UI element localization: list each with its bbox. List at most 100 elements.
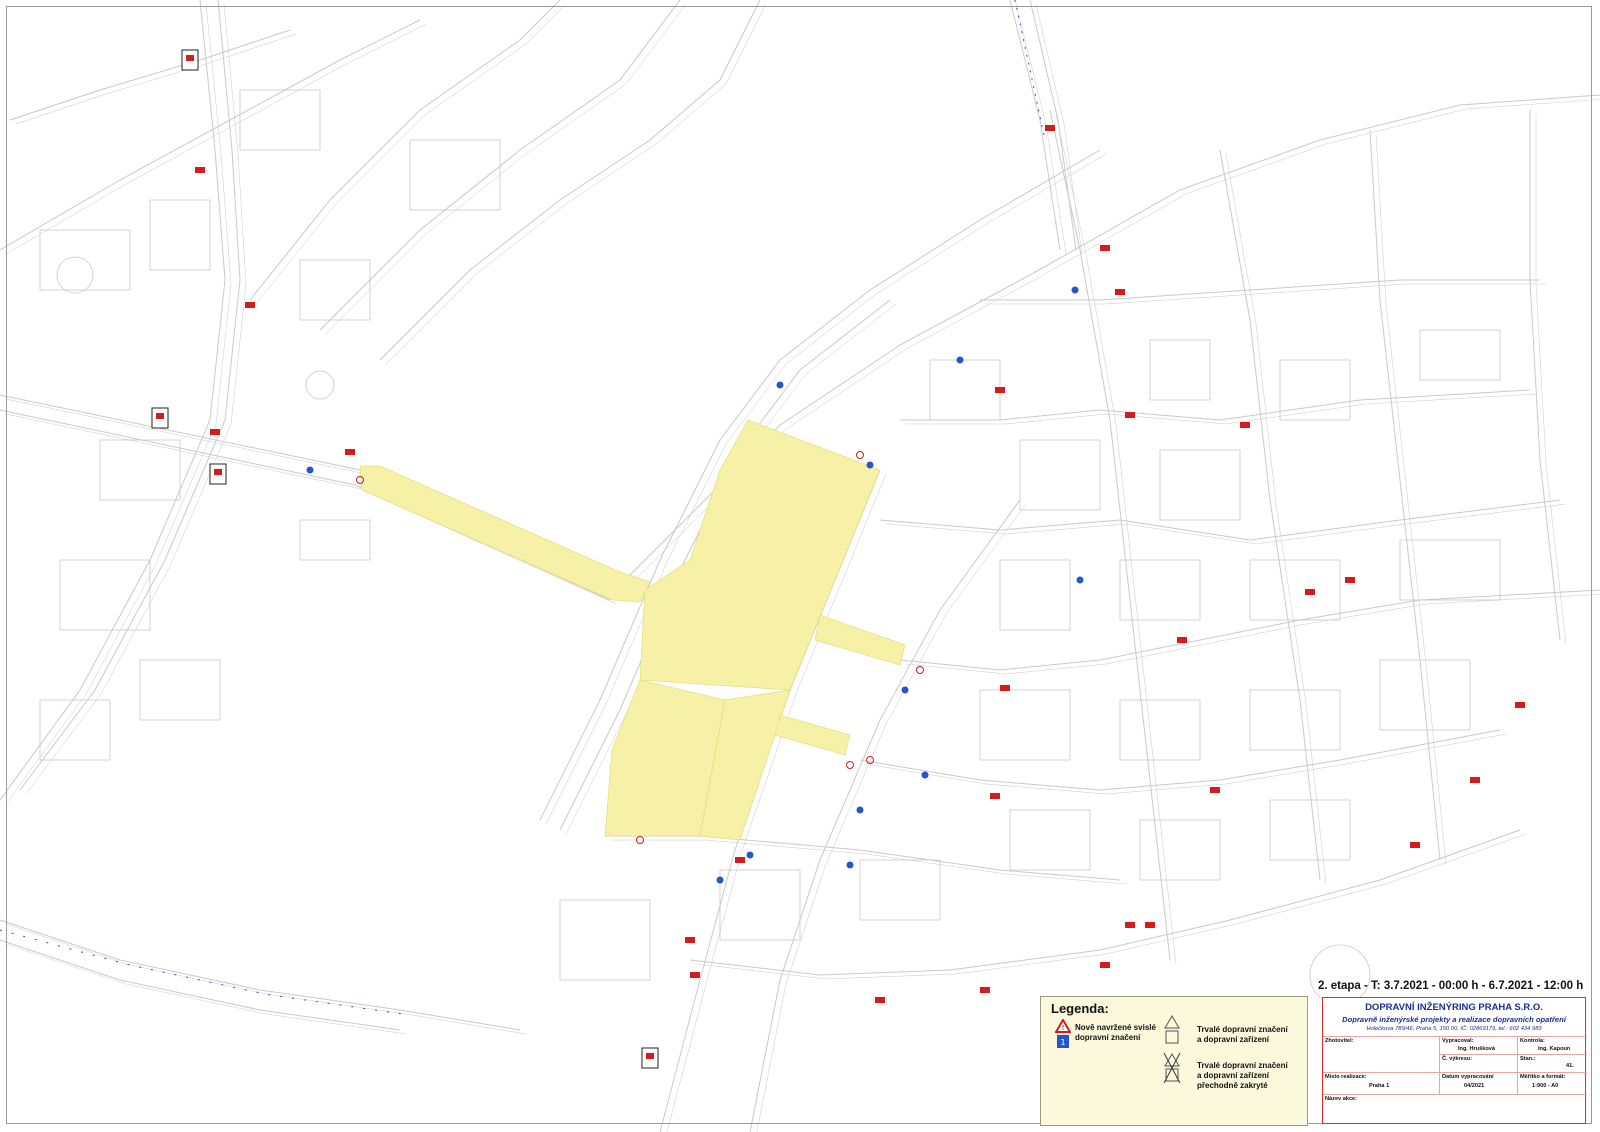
cell-zhotovitel: Zhotovitel:: [1323, 1036, 1439, 1072]
red-sign-marker-14: [1125, 922, 1135, 928]
company-name: DOPRAVNÍ INŽENÝRING PRAHA S.R.O.: [1365, 1002, 1543, 1013]
cell-vykres: Č. výkresu:: [1439, 1054, 1517, 1072]
building-block-9: [1279, 359, 1351, 421]
building-block-24: [559, 899, 651, 981]
building-block-11: [999, 559, 1071, 631]
blue-sign-marker-8: [716, 876, 724, 884]
building-block-10: [1419, 329, 1501, 381]
red-sign-marker-8: [1000, 685, 1010, 691]
street-edge-7: [611, 839, 1127, 885]
red-sign-marker-0: [1045, 125, 1055, 131]
kontrola-value: Ing. Kapoun: [1538, 1046, 1571, 1052]
blue-sign-marker-3: [1071, 286, 1079, 294]
building-block-18: [1379, 659, 1471, 731]
nazev-label: Název akce:: [1325, 1096, 1358, 1102]
red-sign-marker-5: [1305, 589, 1315, 595]
building-block-6: [1019, 439, 1101, 511]
building-block-26: [59, 559, 151, 631]
building-block-25: [99, 439, 181, 501]
street-edge-25: [15, 33, 297, 125]
prohibition-marker-5: [866, 756, 874, 764]
red-sign-marker-17: [875, 997, 885, 1003]
street-edge-2: [5, 3, 232, 805]
bridge-dotted-line-north: [1014, 0, 1046, 141]
building-block-2: [239, 89, 321, 151]
building-block-5: [929, 359, 1001, 421]
cell-stan: Stan.: 41.: [1517, 1054, 1587, 1072]
prohibition-marker-0: [856, 451, 864, 459]
building-block-20: [1139, 819, 1221, 881]
misto-label: Místo realizace:: [1325, 1074, 1367, 1080]
roundabout-circle-east: [1309, 944, 1371, 1006]
sign-box-core-2: [214, 469, 222, 475]
street-plan: [0, 0, 1600, 1132]
work-zone: [359, 419, 906, 841]
street-edge-15: [1375, 133, 1447, 865]
zhotovitel-label: Zhotovitel:: [1325, 1038, 1354, 1044]
blue-sign-marker-10: [1076, 576, 1084, 584]
red-sign-marker-20: [195, 167, 205, 173]
vypracoval-value: Ing. Hrušková: [1458, 1046, 1495, 1052]
building-block-23: [719, 869, 801, 941]
street-edge-6: [385, 3, 767, 365]
red-sign-marker-6: [1345, 577, 1355, 583]
roundabout-circle: [305, 370, 335, 400]
street-edge-14: [1225, 153, 1327, 885]
legend-box: Legenda: ! 1 Nově navržené svislé doprav…: [1040, 996, 1308, 1126]
blue-sign-marker-2: [956, 356, 964, 364]
permanent-sign-icon: [1164, 1015, 1180, 1044]
street-edge-3: [25, 3, 247, 795]
street-edge-1: [5, 413, 617, 605]
building-block-15: [979, 689, 1071, 761]
street-line-17: [900, 389, 1531, 421]
red-sign-marker-7: [1177, 637, 1187, 643]
cell-vypracoval: Vypracoval: Ing. Hrušková: [1439, 1036, 1517, 1054]
red-sign-marker-21: [210, 429, 220, 435]
building-block-1: [149, 199, 211, 271]
red-sign-marker-15: [1100, 962, 1110, 968]
building-block-7: [1149, 339, 1211, 401]
work-zone-part-0: [359, 465, 651, 603]
street-edge-10: [905, 594, 1600, 675]
red-sign-marker-18: [980, 987, 990, 993]
red-sign-marker-25: [1145, 922, 1155, 928]
blue-sign-marker-9: [746, 851, 754, 859]
blue-sign-marker-4: [306, 466, 314, 474]
legend-title: Legenda:: [1051, 1001, 1109, 1016]
street-edge-4: [255, 3, 567, 305]
street-edge-11: [865, 733, 1507, 795]
svg-text:!: !: [1062, 1024, 1065, 1032]
street-line-16: [1529, 110, 1561, 641]
legend-covered-sign-label: Trvalé dopravní značení a dopravní zaříz…: [1197, 1061, 1288, 1090]
street-edge-13: [1055, 113, 1177, 965]
title-grid: Zhotovitel: Vypracoval: Ing. Hrušková Ko…: [1323, 1036, 1587, 1124]
datum-label: Datum vypracování: [1442, 1074, 1494, 1080]
street-edge-18: [885, 503, 1567, 545]
street-line-13: [1049, 109, 1171, 961]
building-block-22: [859, 859, 941, 921]
street-line-19: [980, 279, 1540, 301]
red-sign-marker-10: [1210, 787, 1220, 793]
street-line-12: [689, 829, 1521, 976]
red-sign-marker-9: [990, 793, 1000, 799]
stage-label: 2. etapa - T: 3.7.2021 - 00:00 h - 6.7.2…: [1318, 980, 1584, 992]
street-line-25: [9, 29, 291, 121]
legend-permanent-sign-label: Trvalé dopravní značení a dopravní zaříz…: [1197, 1025, 1288, 1044]
street-line-3: [19, 0, 241, 791]
stan-value: 41.: [1566, 1063, 1574, 1069]
street-edge-5: [325, 3, 687, 335]
covered-sign-icon: [1163, 1053, 1181, 1084]
meritko-label: Měřítko a formát:: [1520, 1074, 1566, 1080]
red-sign-marker-22: [245, 302, 255, 308]
prohibition-marker-3: [846, 761, 854, 769]
work-zone-part-1: [639, 419, 881, 691]
building-block-29: [299, 519, 371, 561]
work-zone-part-4: [814, 614, 906, 666]
red-sign-marker-26: [685, 937, 695, 943]
cell-nazev: Název akce:: [1323, 1094, 1587, 1124]
street-edge-16: [1535, 114, 1567, 645]
cell-kontrola: Kontrola: Ing. Kapoun: [1517, 1036, 1587, 1054]
street-line-1: [0, 409, 611, 601]
new-sign-icon: ! 1: [1055, 1019, 1071, 1048]
datum-value: 04/2021: [1464, 1083, 1485, 1089]
